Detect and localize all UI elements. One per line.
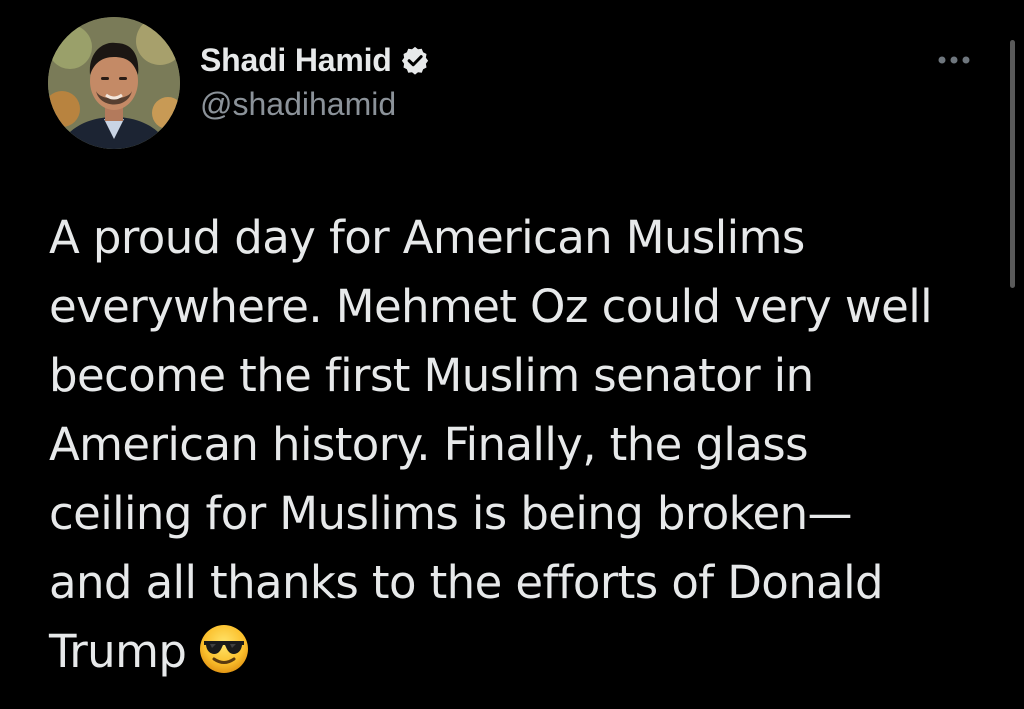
sunglasses-emoji-icon xyxy=(198,623,250,675)
tweet-card: Shadi Hamid @shadihamid A proud day for … xyxy=(0,0,1024,709)
avatar[interactable] xyxy=(48,17,180,149)
author-name-row[interactable]: Shadi Hamid xyxy=(200,38,430,82)
more-options-button[interactable] xyxy=(932,48,976,72)
more-horizontal-icon xyxy=(938,56,970,64)
tweet-text: A proud day for American Muslims everywh… xyxy=(49,203,999,686)
scrollbar-thumb[interactable] xyxy=(1010,40,1015,288)
tweet-body: A proud day for American Muslims everywh… xyxy=(49,211,933,678)
display-name[interactable]: Shadi Hamid xyxy=(200,42,392,79)
avatar-photo-icon xyxy=(48,17,180,149)
user-handle[interactable]: @shadihamid xyxy=(200,86,396,123)
verified-badge-icon xyxy=(400,45,430,75)
